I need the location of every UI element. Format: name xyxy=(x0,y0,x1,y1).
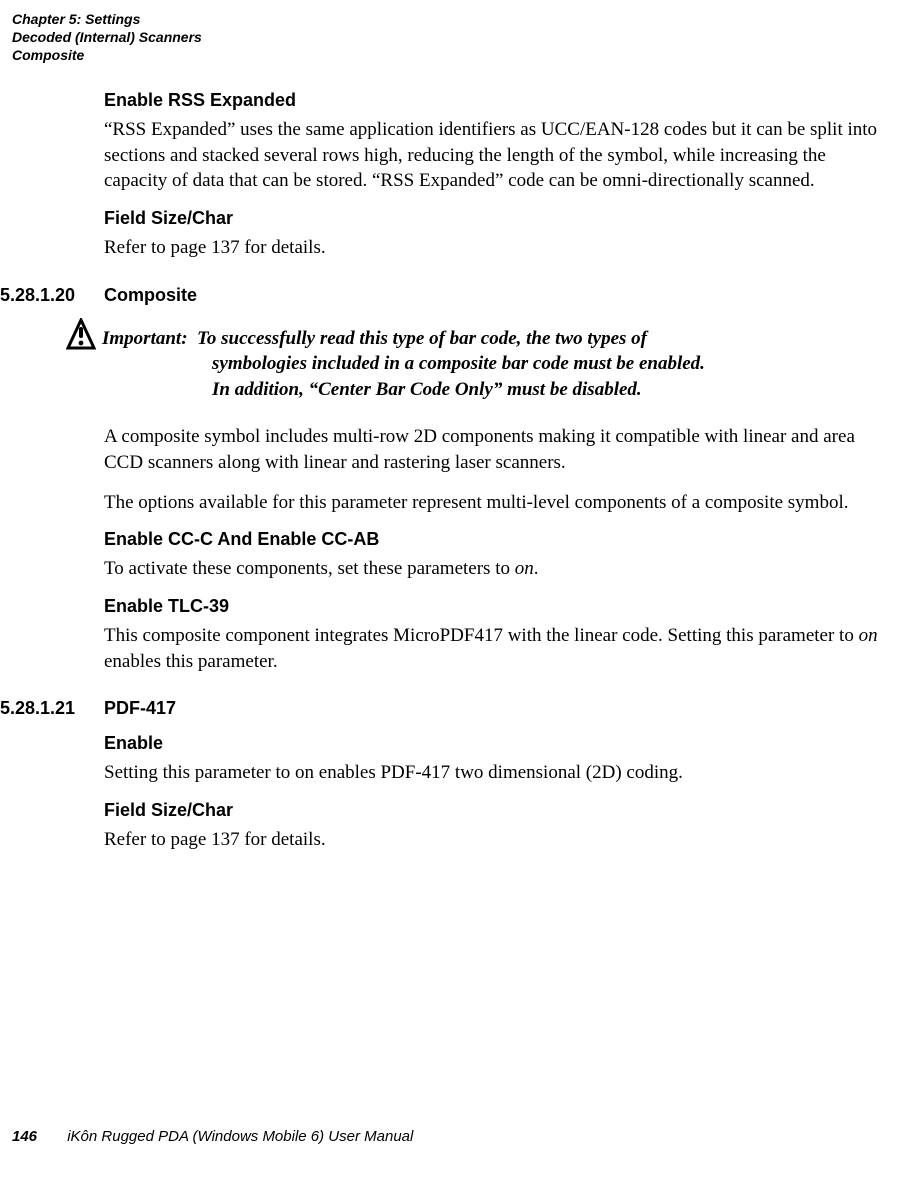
cc-para-pre: To activate these components, set these … xyxy=(104,558,515,579)
section-number-pdf417: 5.28.1.21 xyxy=(0,698,75,719)
important-line-1: To successfully read this type of bar co… xyxy=(197,328,647,349)
important-note-block: Important: To successfully read this typ… xyxy=(66,326,894,403)
heading-enable-rss-expanded: Enable RSS Expanded xyxy=(104,90,894,111)
tlc-post: enables this parameter. xyxy=(104,651,278,672)
paragraph-composite-2: The options available for this parameter… xyxy=(104,490,886,516)
section-title-composite: Composite xyxy=(104,285,197,305)
heading-enable-tlc39: Enable TLC-39 xyxy=(104,596,894,617)
cc-para-post: . xyxy=(534,558,539,579)
heading-field-size-char-1: Field Size/Char xyxy=(104,208,894,229)
section-number-composite: 5.28.1.20 xyxy=(0,285,75,306)
header-chapter: Chapter 5: Settings xyxy=(12,10,202,28)
section-heading-composite: 5.28.1.20 Composite xyxy=(104,285,894,306)
page-number: 146 xyxy=(12,1128,37,1145)
important-label: Important: xyxy=(102,328,188,349)
page-content: Enable RSS Expanded “RSS Expanded” uses … xyxy=(104,80,894,867)
important-note-body: Important: To successfully read this typ… xyxy=(102,326,705,403)
reference-page-137-1: Refer to page 137 for details. xyxy=(104,235,886,261)
cc-para-em: on xyxy=(515,558,534,579)
paragraph-enable-tlc39: This composite component integrates Micr… xyxy=(104,623,886,674)
tlc-em: on xyxy=(859,625,878,646)
header-subsection: Composite xyxy=(12,46,202,64)
paragraph-rss-expanded: “RSS Expanded” uses the same application… xyxy=(104,117,886,194)
paragraph-composite-1: A composite symbol includes multi-row 2D… xyxy=(104,424,886,475)
page-footer: 146 iKôn Rugged PDA (Windows Mobile 6) U… xyxy=(12,1128,413,1145)
heading-field-size-char-2: Field Size/Char xyxy=(104,800,894,821)
paragraph-pdf-enable: Setting this parameter to on enables PDF… xyxy=(104,760,886,786)
heading-pdf-enable: Enable xyxy=(104,733,894,754)
header-section: Decoded (Internal) Scanners xyxy=(12,28,202,46)
footer-manual-title: iKôn Rugged PDA (Windows Mobile 6) User … xyxy=(67,1128,413,1145)
warning-icon xyxy=(66,318,96,357)
tlc-pre: This composite component integrates Micr… xyxy=(104,625,859,646)
page-header: Chapter 5: Settings Decoded (Internal) S… xyxy=(12,10,202,65)
important-line-2: symbologies included in a composite bar … xyxy=(212,351,705,377)
paragraph-enable-cc: To activate these components, set these … xyxy=(104,556,886,582)
section-heading-pdf417: 5.28.1.21 PDF-417 xyxy=(104,698,894,719)
section-title-pdf417: PDF-417 xyxy=(104,698,176,718)
reference-page-137-2: Refer to page 137 for details. xyxy=(104,827,886,853)
important-line-3: In addition, “Center Bar Code Only” must… xyxy=(212,377,705,403)
heading-enable-cc: Enable CC-C And Enable CC-AB xyxy=(104,529,894,550)
